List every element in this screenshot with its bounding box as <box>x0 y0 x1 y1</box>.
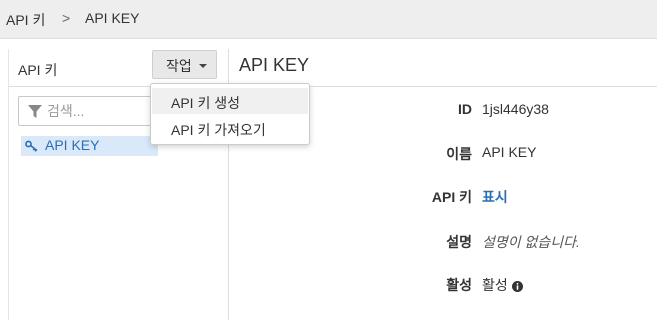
tree-item-api-key[interactable]: API KEY <box>21 136 158 156</box>
api-keys-panel-header: API 키 작업 <box>9 49 229 87</box>
menu-item-import-api-key[interactable]: API 키 가져오기 <box>152 115 308 141</box>
field-label-name: 이름 <box>446 146 472 162</box>
key-icon <box>25 140 38 152</box>
field-label-id: ID <box>458 101 472 117</box>
breadcrumb-current: API KEY <box>85 10 140 26</box>
actions-button-label: 작업 <box>166 58 192 74</box>
actions-dropdown-menu: API 키 생성 API 키 가져오기 <box>150 83 310 145</box>
show-api-key-link[interactable]: 표시 <box>482 187 508 207</box>
breadcrumb-separator: > <box>62 10 71 26</box>
field-label-description: 설명 <box>446 234 472 250</box>
field-label-enabled: 활성 <box>446 277 472 293</box>
filter-icon <box>28 105 42 118</box>
field-value-name: API KEY <box>482 144 537 160</box>
field-value-enabled: 활성 <box>482 277 508 293</box>
field-value-description: 설명이 없습니다. <box>482 234 580 250</box>
search-input[interactable] <box>47 101 167 121</box>
field-label-api-key: API 키 <box>431 189 472 205</box>
actions-button[interactable]: 작업 <box>152 50 217 79</box>
info-icon[interactable] <box>511 281 523 292</box>
caret-down-icon <box>199 64 207 68</box>
field-value-enabled-row: 활성 <box>482 275 523 295</box>
detail-header: API KEY <box>229 49 657 87</box>
menu-item-create-api-key[interactable]: API 키 생성 <box>152 88 308 114</box>
panel-title: API 키 <box>18 62 58 78</box>
breadcrumb-root[interactable]: API 키 <box>6 10 45 30</box>
breadcrumb: API 키 > API KEY <box>0 0 657 39</box>
menu-item-label: API 키 생성 <box>171 95 240 111</box>
detail-title: API KEY <box>239 55 310 75</box>
tree-item-label: API KEY <box>45 137 100 153</box>
field-value-id: 1jsl446y38 <box>482 101 549 117</box>
menu-item-label: API 키 가져오기 <box>171 122 266 138</box>
